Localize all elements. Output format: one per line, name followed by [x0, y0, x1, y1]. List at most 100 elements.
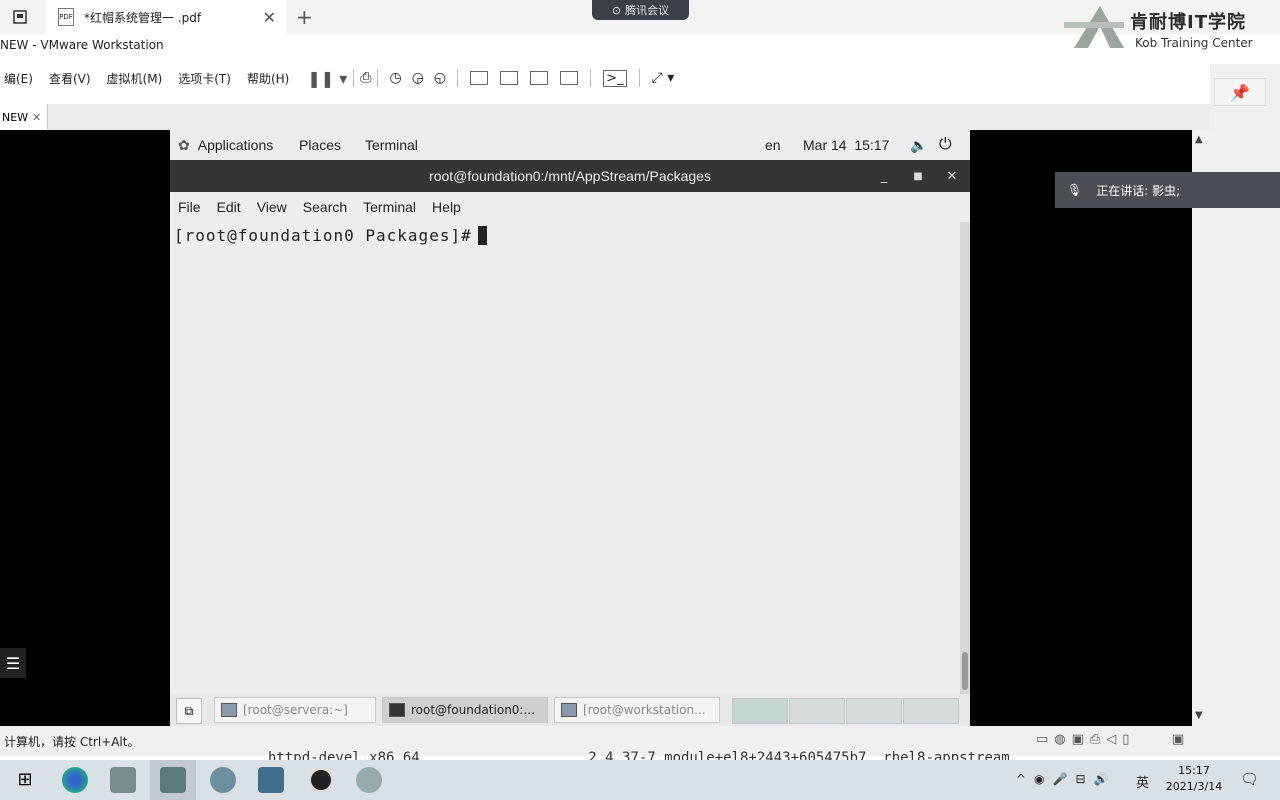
terminal-app-menu[interactable]: Terminal: [365, 130, 418, 160]
notification-icon[interactable]: 🗨: [1240, 770, 1259, 788]
gnome-desktop: ✿ Applications Places Terminal en Mar 14…: [170, 130, 970, 726]
fullscreen-icon[interactable]: [530, 71, 549, 85]
windows-start-icon[interactable]: ⊞: [12, 767, 38, 793]
window-list-workstation[interactable]: [root@workstation...: [554, 697, 720, 723]
terminal-body[interactable]: [root@foundation0 Packages]#: [170, 222, 960, 694]
menu-vm[interactable]: 虚拟机(M): [99, 70, 171, 87]
window-list-servera[interactable]: [root@servera:~]: [214, 697, 376, 723]
speaking-text: 正在讲话: 影虫;: [1096, 183, 1181, 198]
toolbar-divider: [638, 69, 640, 87]
revert-snapshot-icon[interactable]: ◶: [412, 70, 424, 86]
menu-search[interactable]: Search: [295, 199, 355, 215]
pdf-tab[interactable]: PDF *红帽系统管理一 .pdf ✕: [46, 0, 286, 34]
send-ctrl-alt-del-icon[interactable]: ⎙: [360, 70, 371, 86]
menu-help[interactable]: Help: [424, 199, 469, 215]
thumbnail-view-icon[interactable]: [500, 71, 519, 85]
window-list-label: root@foundation0:...: [411, 703, 535, 717]
vm-tab-row: NEW ✕: [0, 104, 1210, 131]
terminal-scroll-thumb[interactable]: [962, 652, 968, 690]
volume-icon[interactable]: 🔈: [910, 130, 927, 160]
workspace-1[interactable]: [732, 698, 788, 724]
app-icon[interactable]: [12, 0, 28, 34]
console-icon[interactable]: >_: [603, 69, 627, 87]
vm-scrollbar[interactable]: ▲ ▼: [1192, 130, 1210, 726]
system-tray-icons[interactable]: ^◉🎤⊟🔊: [1016, 772, 1116, 786]
places-menu[interactable]: Places: [299, 130, 341, 160]
snapshot-manager-icon[interactable]: ◵: [434, 70, 446, 86]
gnome-topbar: ✿ Applications Places Terminal en Mar 14…: [170, 130, 970, 160]
status-hint: 计算机，请按 Ctrl+Alt。: [4, 735, 140, 749]
pdf-tab-title: *红帽系统管理一 .pdf: [84, 10, 202, 25]
terminal-icon: [561, 703, 577, 717]
toolbar-divider: [590, 69, 592, 87]
text-cursor: [477, 226, 487, 245]
new-tab-button[interactable]: +: [296, 0, 313, 34]
clock[interactable]: Mar 14 15:17: [803, 130, 889, 160]
terminal-icon: [389, 703, 405, 717]
feather-app-icon[interactable]: [356, 767, 382, 793]
window-list-foundation0[interactable]: root@foundation0:...: [382, 697, 548, 723]
maximize-icon[interactable]: ■: [910, 168, 926, 184]
applications-menu[interactable]: ✿ Applications: [178, 130, 273, 160]
vmware-icon[interactable]: [160, 767, 186, 793]
menu-terminal[interactable]: Terminal: [355, 199, 424, 215]
microphone-icon: 🎙: [1067, 183, 1083, 197]
language-indicator[interactable]: en: [765, 130, 781, 160]
menu-view[interactable]: View: [249, 199, 295, 215]
menu-help[interactable]: 帮助(H): [239, 70, 297, 87]
right-side-panel: [1210, 64, 1280, 736]
edge-icon[interactable]: [62, 767, 88, 793]
toolbar-divider: [457, 69, 459, 87]
close-icon[interactable]: ✕: [944, 168, 960, 184]
stretch-guest-icon[interactable]: ⤢ ▾: [652, 70, 675, 86]
pause-icon[interactable]: ❚❚ ▾: [307, 69, 347, 88]
unity-icon[interactable]: [560, 71, 579, 85]
device-status-icons[interactable]: ▭◍▣⎙◁▯: [1036, 732, 1135, 747]
shell-prompt: [root@foundation0 Packages]#: [174, 226, 487, 245]
prompt-text: [root@foundation0 Packages]#: [174, 226, 472, 245]
speaking-indicator: 🎙 正在讲话: 影虫;: [1055, 172, 1280, 208]
minimize-icon[interactable]: _: [876, 168, 892, 184]
power-icon[interactable]: ⏻: [939, 130, 952, 160]
close-vm-tab-icon[interactable]: ✕: [32, 111, 41, 124]
terminal-icon: [221, 703, 237, 717]
windows-taskbar: ⊞ ^◉🎤⊟🔊 英 15:17 2021/3/14 🗨: [0, 760, 1280, 800]
workspace-2[interactable]: [789, 698, 845, 724]
scroll-down-icon[interactable]: ▼: [1195, 710, 1203, 721]
taskbar-time: 15:17: [1178, 764, 1210, 777]
scroll-up-icon[interactable]: ▲: [1195, 134, 1203, 145]
menu-file[interactable]: File: [170, 199, 209, 215]
taskbar-clock[interactable]: 15:17 2021/3/14: [1158, 763, 1230, 795]
toolbar-divider: [377, 69, 379, 87]
menu-tabs[interactable]: 选项卡(T): [170, 70, 239, 87]
hamburger-icon[interactable]: ☰: [0, 648, 26, 678]
obs-icon[interactable]: [308, 767, 334, 793]
logo-title: 肯耐博IT学院: [1130, 12, 1246, 33]
terminal-window: root@foundation0:/mnt/AppStream/Packages…: [170, 160, 970, 694]
menu-edit[interactable]: Edit: [209, 199, 249, 215]
terminal-scrollbar[interactable]: [960, 222, 970, 694]
workspace-4[interactable]: [903, 698, 959, 724]
message-log-icon[interactable]: ▣: [1172, 732, 1184, 747]
window-list-label: [root@servera:~]: [243, 703, 348, 717]
ime-indicator[interactable]: 英: [1136, 772, 1149, 791]
meeting-badge[interactable]: ⊙ 腾讯会议: [592, 0, 689, 20]
gnome-foot-icon: ✿: [178, 136, 190, 153]
logo-a-icon: [1064, 6, 1124, 48]
workspace-3[interactable]: [846, 698, 902, 724]
meeting-badge-label: 腾讯会议: [625, 4, 670, 17]
menu-view[interactable]: 查看(V): [41, 70, 99, 87]
library-view-icon[interactable]: [470, 71, 489, 85]
show-desktop-icon[interactable]: ⧉: [176, 698, 202, 724]
menu-edit[interactable]: 编(E): [0, 70, 41, 87]
close-tab-icon[interactable]: ✕: [263, 8, 276, 27]
pin-icon[interactable]: 📌: [1214, 78, 1266, 106]
photo-app-icon[interactable]: [258, 767, 284, 793]
teamtalk-icon[interactable]: [210, 767, 236, 793]
taskbar-app-icon[interactable]: [110, 767, 136, 793]
taskbar-date: 2021/3/14: [1165, 780, 1223, 793]
snapshot-icon[interactable]: ◷: [389, 70, 401, 86]
vm-tab[interactable]: NEW ✕: [0, 104, 48, 130]
terminal-title: root@foundation0:/mnt/AppStream/Packages: [170, 160, 970, 192]
meeting-icon: ⊙: [611, 3, 622, 17]
